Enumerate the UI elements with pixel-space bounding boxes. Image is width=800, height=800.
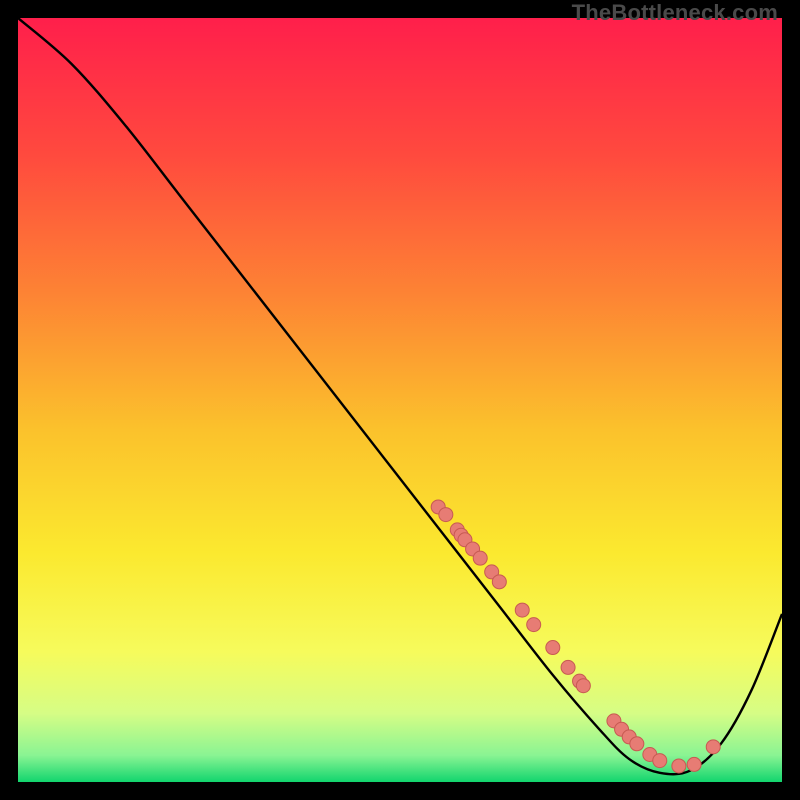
data-marker	[706, 740, 720, 754]
data-marker	[515, 603, 529, 617]
watermark-text: TheBottleneck.com	[572, 0, 778, 26]
data-marker	[473, 551, 487, 565]
data-marker	[672, 759, 686, 773]
data-marker	[630, 737, 644, 751]
data-marker	[439, 508, 453, 522]
data-marker	[546, 641, 560, 655]
chart-area	[18, 18, 782, 782]
data-marker	[527, 618, 541, 632]
data-marker	[561, 660, 575, 674]
data-marker	[492, 575, 506, 589]
data-marker	[687, 757, 701, 771]
data-marker	[576, 679, 590, 693]
data-marker	[653, 754, 667, 768]
bottleneck-chart	[18, 18, 782, 782]
